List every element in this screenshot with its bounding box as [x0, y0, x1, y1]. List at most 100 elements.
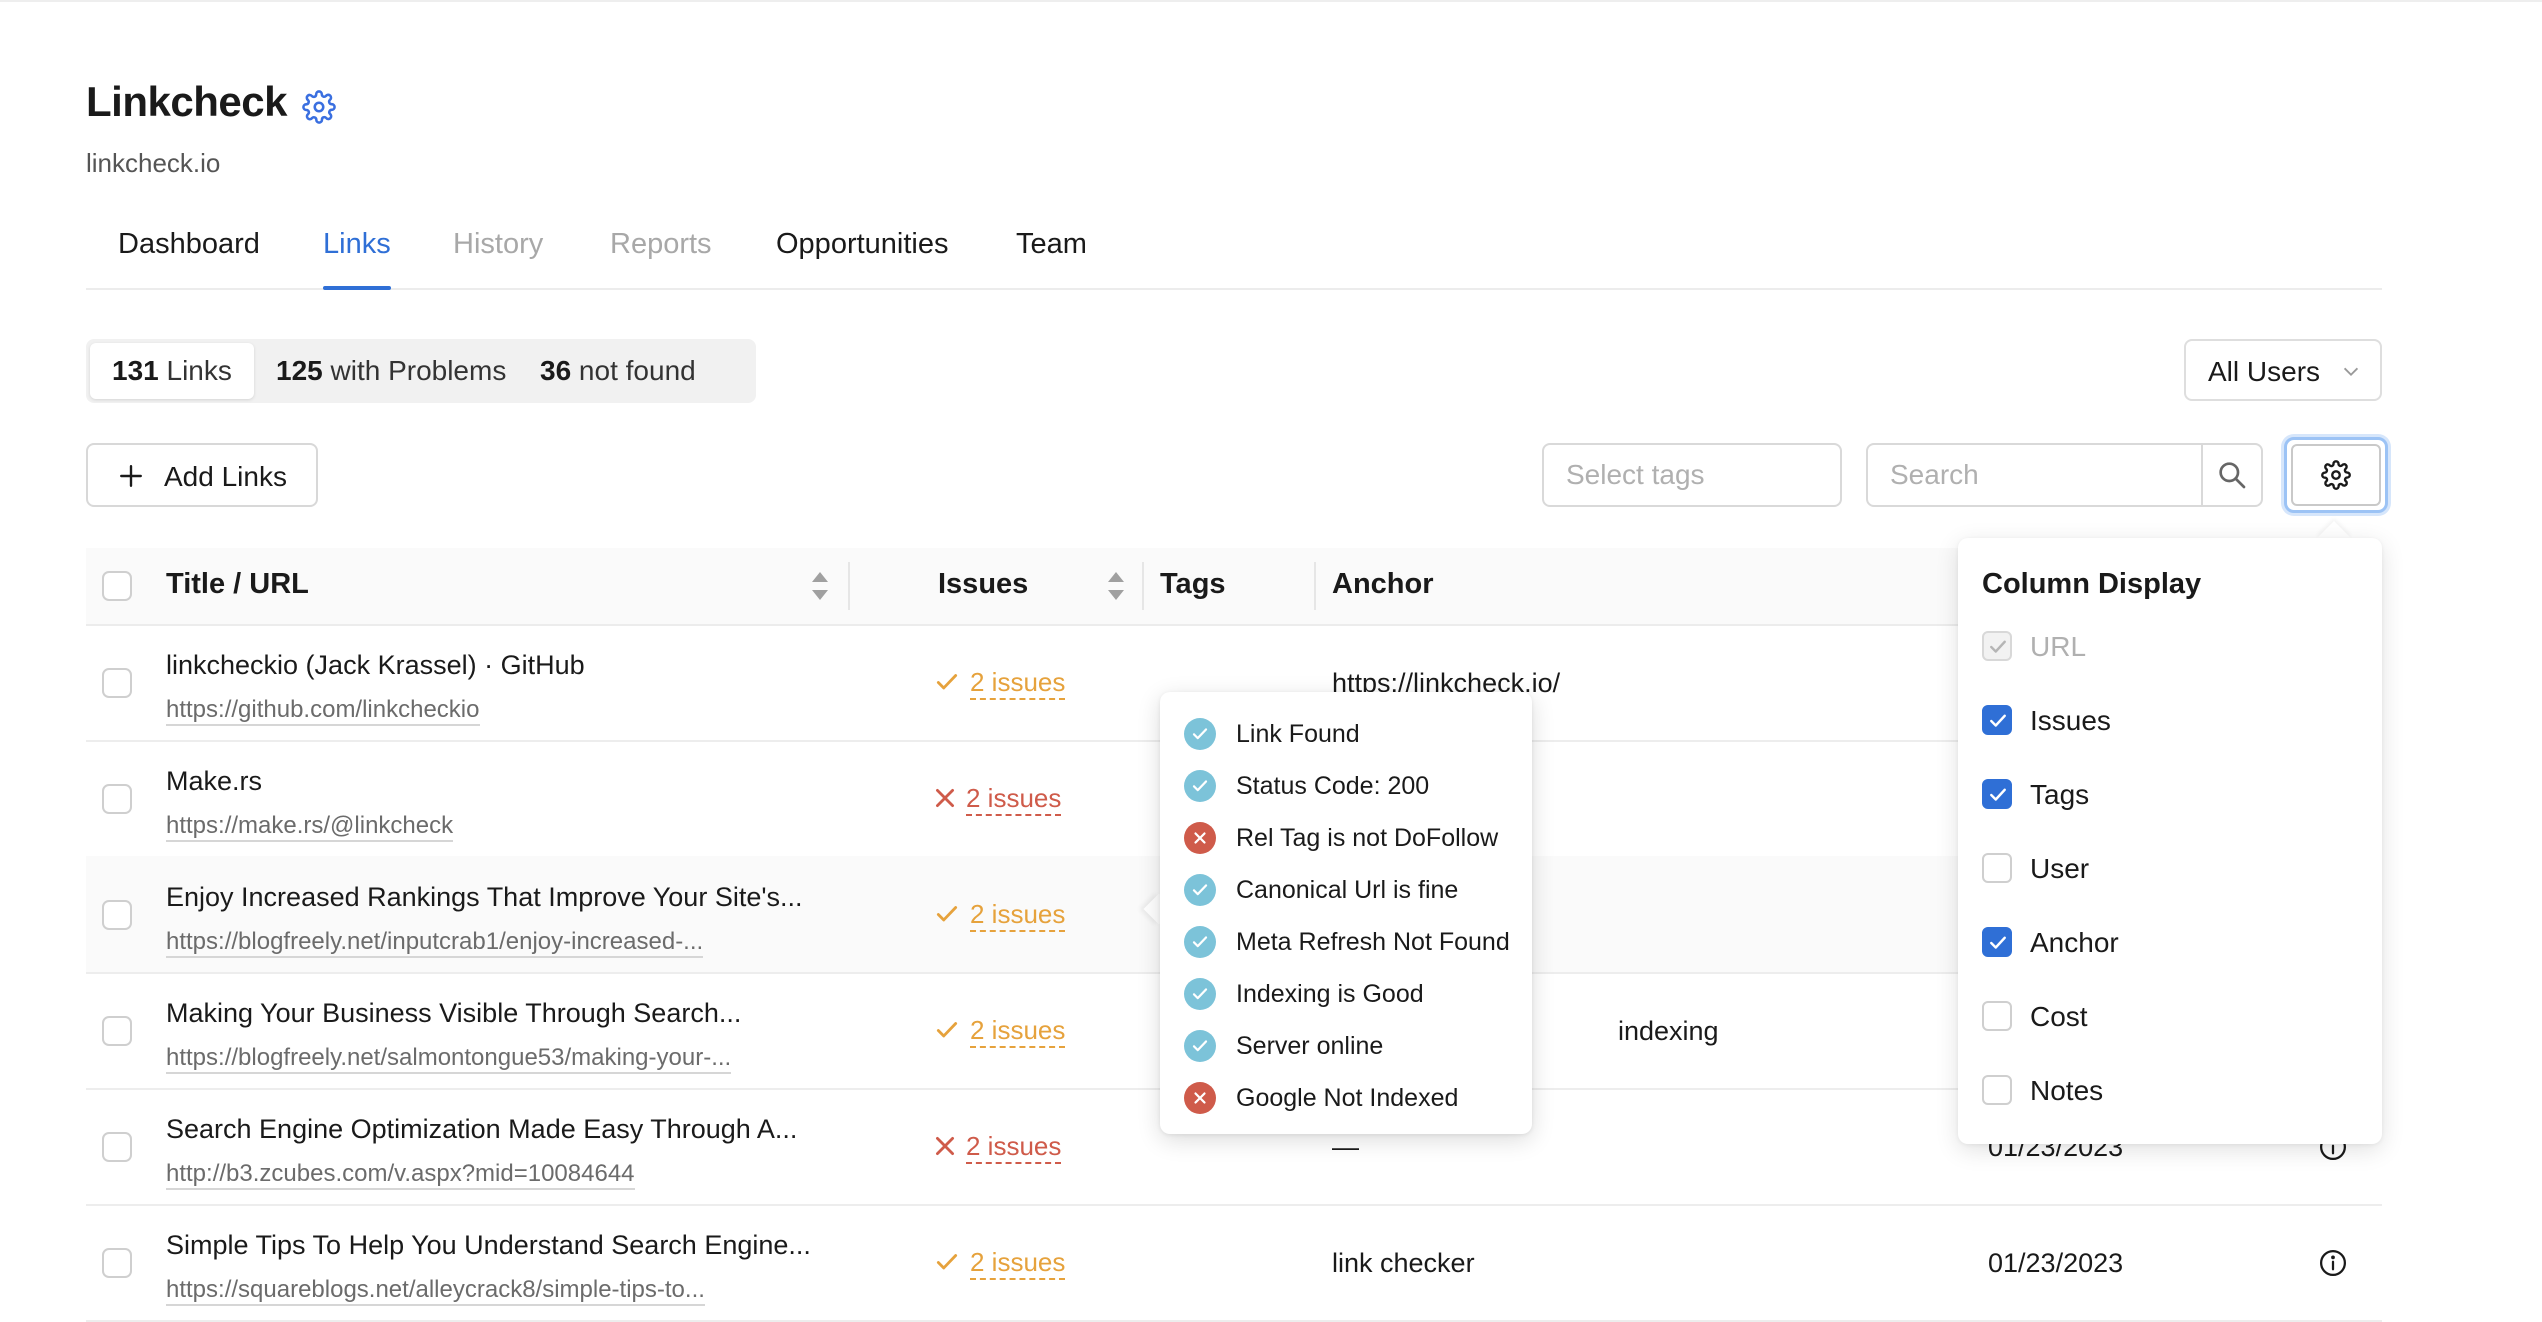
tab-dashboard[interactable]: Dashboard: [118, 228, 260, 261]
issue-label: Rel Tag is not DoFollow: [1236, 824, 1499, 852]
search-icon: [2219, 462, 2246, 489]
column-option-notes[interactable]: Notes: [1982, 1070, 2362, 1110]
column-option-label: Anchor: [2030, 927, 2119, 958]
header-tags: Tags: [1160, 568, 1226, 600]
stat-links-label: Links: [158, 355, 232, 386]
row-title[interactable]: linkcheckio (Jack Krassel) · GitHub: [166, 650, 585, 681]
row-issues-link: 2 issues: [970, 666, 1066, 700]
header-anchor: Anchor: [1332, 568, 1434, 600]
row-url[interactable]: https://make.rs/@linkcheck: [166, 812, 454, 842]
page-title: Linkcheck: [86, 78, 287, 125]
issues-popover: Link Found Status Code: 200 Rel Tag is n…: [1160, 692, 1532, 1134]
link-stats-segmented: 131 Links 125 with Problems 36 not found: [86, 339, 756, 403]
check-icon: [936, 906, 958, 922]
issue-label: Canonical Url is fine: [1236, 876, 1459, 904]
column-option-url: URL: [1982, 626, 2362, 666]
row-title[interactable]: Search Engine Optimization Made Easy Thr…: [166, 1114, 797, 1145]
issue-label: Link Found: [1236, 720, 1360, 748]
header-issues: Issues: [938, 568, 1029, 600]
column-option-checkbox[interactable]: [1982, 779, 2012, 809]
row-checkbox[interactable]: [102, 900, 132, 930]
row-url[interactable]: https://blogfreely.net/salmontongue53/ma…: [166, 1044, 732, 1074]
cross-icon: [936, 1137, 954, 1155]
info-icon[interactable]: [2318, 1248, 2348, 1278]
row-url[interactable]: http://b3.zcubes.com/v.aspx?mid=10084644: [166, 1160, 635, 1190]
sort-issues-icon[interactable]: [1106, 570, 1126, 602]
row-issues-link: 2 issues: [970, 1246, 1066, 1280]
row-issues-link: 2 issues: [966, 782, 1062, 816]
checkmark-icon: [1990, 936, 2006, 949]
users-filter-value: All Users: [2208, 356, 2321, 387]
row-checkbox[interactable]: [102, 668, 132, 698]
column-option-checkbox[interactable]: [1982, 1075, 2012, 1105]
select-all-checkbox[interactable]: [102, 571, 132, 601]
stat-notfound-label: not found: [571, 355, 696, 386]
stat-links-count: 131: [112, 355, 159, 386]
users-filter-select[interactable]: All Users: [2184, 339, 2382, 401]
stat-problems[interactable]: 125 with Problems: [254, 343, 528, 399]
project-domain: linkcheck.io: [86, 148, 221, 178]
column-display-dropdown: Column Display URL Issues Tags User Anch…: [1958, 538, 2382, 1144]
search-button[interactable]: [2201, 443, 2263, 507]
sort-title-icon[interactable]: [810, 570, 830, 602]
row-issues-link: 2 issues: [970, 898, 1066, 932]
column-option-anchor[interactable]: Anchor: [1982, 922, 2362, 962]
row-title[interactable]: Making Your Business Visible Through Sea…: [166, 998, 741, 1029]
stat-problems-count: 125: [276, 355, 323, 386]
column-option-label: Issues: [2030, 705, 2111, 736]
issue-label: Server online: [1236, 1032, 1384, 1060]
row-url[interactable]: https://blogfreely.net/inputcrab1/enjoy-…: [166, 928, 704, 958]
check-circle-icon: [1184, 770, 1216, 802]
column-option-checkbox[interactable]: [1982, 1001, 2012, 1031]
top-divider: [0, 0, 2542, 2]
column-option-label: Tags: [2030, 779, 2090, 810]
row-checkbox[interactable]: [102, 1132, 132, 1162]
tab-history[interactable]: History: [453, 228, 543, 261]
row-url[interactable]: https://squareblogs.net/alleycrack8/simp…: [166, 1276, 705, 1306]
column-option-user[interactable]: User: [1982, 848, 2362, 888]
tab-reports[interactable]: Reports: [610, 228, 712, 261]
column-option-checkbox[interactable]: [1982, 927, 2012, 957]
issue-label: Status Code: 200: [1236, 772, 1430, 800]
column-settings-button[interactable]: [2284, 437, 2388, 513]
column-option-checkbox: [1982, 631, 2012, 661]
issue-label: Google Not Indexed: [1236, 1084, 1459, 1112]
stat-not-found[interactable]: 36 not found: [518, 343, 718, 399]
row-anchor: indexing: [1618, 1016, 1719, 1046]
header-separator: [848, 562, 850, 610]
column-option-checkbox[interactable]: [1982, 853, 2012, 883]
column-option-issues[interactable]: Issues: [1982, 700, 2362, 740]
tab-team[interactable]: Team: [1016, 228, 1087, 261]
stat-links[interactable]: 131 Links: [90, 343, 254, 399]
row-anchor: link checker: [1332, 1248, 1475, 1278]
checkmark-icon: [1990, 788, 2006, 801]
tab-opportunities[interactable]: Opportunities: [776, 228, 949, 261]
cross-icon: [936, 789, 954, 807]
plus-icon: [120, 465, 142, 487]
chevron-down-icon: [2343, 367, 2359, 377]
column-option-cost[interactable]: Cost: [1982, 996, 2362, 1036]
select-tags-input[interactable]: [1542, 443, 1842, 507]
search-input[interactable]: [1866, 443, 2204, 507]
column-option-label: URL: [2030, 631, 2087, 662]
row-checkbox[interactable]: [102, 784, 132, 814]
tab-links[interactable]: Links: [323, 228, 391, 290]
check-icon: [936, 674, 958, 690]
column-option-checkbox[interactable]: [1982, 705, 2012, 735]
header-separator: [1142, 562, 1144, 610]
row-title[interactable]: Simple Tips To Help You Understand Searc…: [166, 1230, 811, 1261]
add-links-button[interactable]: Add Links: [86, 443, 318, 507]
check-circle-icon: [1184, 978, 1216, 1010]
checkmark-icon: [1990, 640, 2006, 653]
row-title[interactable]: Enjoy Increased Rankings That Improve Yo…: [166, 882, 803, 913]
row-checkbox[interactable]: [102, 1016, 132, 1046]
column-option-tags[interactable]: Tags: [1982, 774, 2362, 814]
row-title[interactable]: Make.rs: [166, 766, 262, 797]
project-settings-gear-icon[interactable]: [302, 90, 336, 124]
row-date: 01/23/2023: [1988, 1248, 2124, 1278]
row-checkbox[interactable]: [102, 1248, 132, 1278]
add-links-label: Add Links: [164, 461, 287, 492]
row-anchor: —: [1332, 1132, 1359, 1162]
row-url[interactable]: https://github.com/linkcheckio: [166, 696, 480, 726]
check-circle-icon: [1184, 718, 1216, 750]
